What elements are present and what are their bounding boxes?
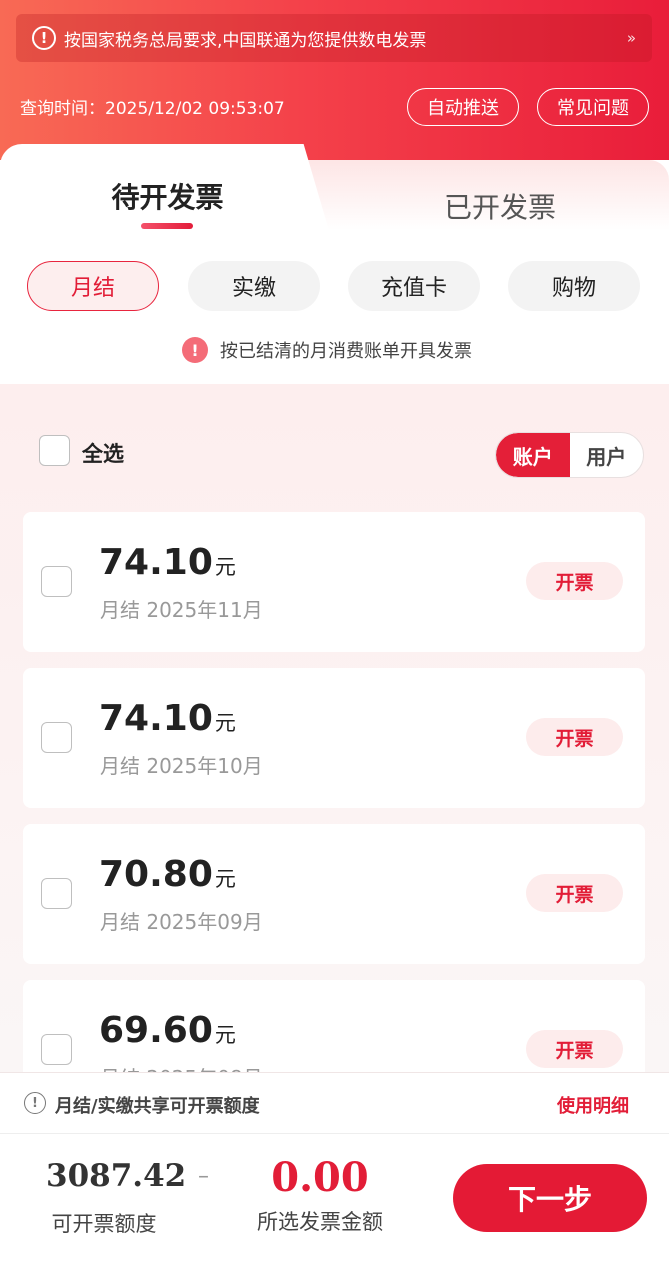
- usage-details-link[interactable]: 使用明细: [557, 1092, 629, 1118]
- select-all-label: 全选: [82, 442, 124, 466]
- bill-period: 月结 2025年09月: [100, 910, 263, 934]
- available-quota-label: 可开票额度: [51, 1212, 157, 1236]
- auto-push-button[interactable]: 自动推送: [407, 88, 519, 126]
- active-tab-indicator: [141, 223, 193, 229]
- bill-amount: 69.60元: [99, 1010, 236, 1051]
- toggle-user[interactable]: 用户: [570, 433, 644, 477]
- tax-notice-bar[interactable]: ! 按国家税务总局要求,中国联通为您提供数电发票 »: [16, 14, 652, 62]
- tab-pending-invoices[interactable]: 待开发票: [100, 176, 235, 216]
- category-hint: ! 按已结清的月消费账单开具发票: [182, 337, 472, 363]
- separator-dash: –: [198, 1164, 209, 1189]
- query-time: 查询时间：2025/12/02 09:53:07: [20, 99, 285, 119]
- issue-invoice-button[interactable]: 开票: [526, 562, 623, 600]
- shared-quota-bar: ! 月结/实缴共享可开票额度 使用明细: [0, 1072, 669, 1134]
- category-monthly[interactable]: 月结: [27, 261, 159, 311]
- exclamation-icon: !: [182, 337, 208, 363]
- bill-period: 月结 2025年10月: [100, 754, 263, 778]
- bill-card: 74.10元 月结 2025年10月 开票: [23, 668, 645, 808]
- bill-period: 月结 2025年11月: [100, 598, 263, 622]
- bill-checkbox[interactable]: [41, 878, 72, 909]
- info-icon: !: [32, 26, 56, 50]
- info-icon: !: [24, 1092, 46, 1114]
- category-hint-text: 按已结清的月消费账单开具发票: [220, 341, 472, 362]
- double-chevron-right-icon: »: [626, 29, 636, 47]
- footer-summary: 3087.42 可开票额度 – 0.00 所选发票金额 下一步: [0, 1134, 669, 1280]
- bill-checkbox[interactable]: [41, 566, 72, 597]
- bill-amount: 70.80元: [99, 854, 236, 895]
- next-step-button[interactable]: 下一步: [453, 1164, 647, 1232]
- tab-issued-invoices[interactable]: 已开发票: [430, 186, 570, 226]
- bill-amount: 74.10元: [99, 542, 236, 583]
- faq-button[interactable]: 常见问题: [537, 88, 649, 126]
- account-user-toggle: 账户 用户: [495, 432, 644, 478]
- selected-amount-label: 所选发票金额: [257, 1210, 383, 1234]
- shared-quota-text: 月结/实缴共享可开票额度: [55, 1096, 260, 1117]
- bill-card: 70.80元 月结 2025年09月 开票: [23, 824, 645, 964]
- category-paid[interactable]: 实缴: [188, 261, 320, 311]
- bill-checkbox[interactable]: [41, 722, 72, 753]
- bill-checkbox[interactable]: [41, 1034, 72, 1065]
- available-quota-value: 3087.42: [46, 1158, 187, 1194]
- category-shopping[interactable]: 购物: [508, 261, 640, 311]
- bill-amount: 74.10元: [99, 698, 236, 739]
- bill-card: 74.10元 月结 2025年11月 开票: [23, 512, 645, 652]
- select-all-checkbox[interactable]: [39, 435, 70, 466]
- toggle-account[interactable]: 账户: [496, 433, 570, 477]
- issue-invoice-button[interactable]: 开票: [526, 1030, 623, 1068]
- category-recharge-card[interactable]: 充值卡: [348, 261, 480, 311]
- selected-amount-value: 0.00: [271, 1154, 369, 1201]
- issue-invoice-button[interactable]: 开票: [526, 874, 623, 912]
- issue-invoice-button[interactable]: 开票: [526, 718, 623, 756]
- tax-notice-text: 按国家税务总局要求,中国联通为您提供数电发票: [64, 30, 427, 51]
